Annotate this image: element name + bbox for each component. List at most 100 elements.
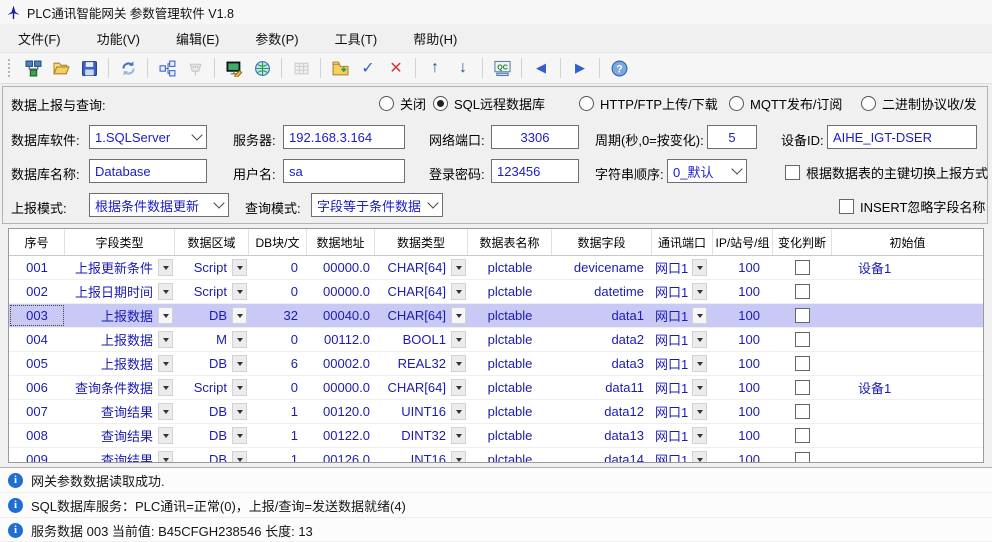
change-flag-checkbox[interactable] (795, 284, 810, 299)
query-mode-select[interactable]: 字段等于条件数据 (311, 193, 443, 217)
menu-item-5[interactable]: 工具(T) (317, 24, 396, 53)
dropdown-arrow-icon[interactable] (692, 451, 707, 463)
device-id-input[interactable] (827, 125, 977, 149)
table-row[interactable]: 002上报日期时间Script000000.0CHAR[64]plctabled… (9, 280, 983, 304)
port-input[interactable] (491, 125, 579, 149)
dropdown-arrow-icon[interactable] (692, 355, 707, 372)
menu-item-4[interactable]: 参数(P) (237, 24, 316, 53)
dropdown-arrow-icon[interactable] (232, 307, 247, 324)
dropdown-arrow-icon[interactable] (692, 427, 707, 444)
dropdown-arrow-icon[interactable] (692, 307, 707, 324)
connect-icon[interactable] (21, 56, 45, 80)
radio-option-2[interactable]: SQL远程数据库 (433, 94, 545, 113)
db-name-input[interactable] (89, 159, 207, 183)
change-flag-checkbox[interactable] (795, 452, 810, 463)
table-row[interactable]: 007查询结果DB100120.0UINT16plctabledata12网口1… (9, 400, 983, 424)
globe-icon[interactable] (250, 56, 274, 80)
dropdown-arrow-icon[interactable] (232, 403, 247, 420)
dropdown-arrow-icon[interactable] (158, 259, 173, 276)
password-input[interactable] (491, 159, 579, 183)
dropdown-arrow-icon[interactable] (158, 427, 173, 444)
save-icon[interactable] (77, 56, 101, 80)
prev-icon[interactable]: ◀ (529, 56, 553, 80)
table-row[interactable]: 008查询结果DB100122.0DINT32plctabledata13网口1… (9, 424, 983, 448)
folder-add-icon[interactable] (328, 56, 352, 80)
move-down-icon[interactable]: ↓ (451, 56, 475, 80)
menu-item-1[interactable]: 文件(F) (0, 24, 79, 53)
report-mode-select[interactable]: 根据条件数据更新 (89, 193, 229, 217)
next-icon[interactable]: ▶ (568, 56, 592, 80)
table-row[interactable]: 009查询结果DB100126.0INT16plctabledata14网口11… (9, 448, 983, 463)
dropdown-arrow-icon[interactable] (451, 283, 466, 300)
refresh-icon[interactable] (116, 56, 140, 80)
dropdown-arrow-icon[interactable] (158, 379, 173, 396)
dropdown-arrow-icon[interactable] (692, 379, 707, 396)
table-row[interactable]: 006查询条件数据Script000000.0CHAR[64]plctabled… (9, 376, 983, 400)
pk-switch-checkbox[interactable] (785, 165, 800, 180)
dropdown-arrow-icon[interactable] (232, 331, 247, 348)
dropdown-arrow-icon[interactable] (692, 331, 707, 348)
change-flag-checkbox[interactable] (795, 260, 810, 275)
server-input[interactable] (283, 125, 405, 149)
insert-ignore-checkbox[interactable] (839, 199, 854, 214)
dropdown-arrow-icon[interactable] (451, 307, 466, 324)
move-up-icon[interactable]: ↑ (423, 56, 447, 80)
dropdown-arrow-icon[interactable] (158, 307, 173, 324)
dropdown-arrow-icon[interactable] (232, 427, 247, 444)
string-order-select[interactable]: 0_默认 (667, 159, 747, 183)
dropdown-arrow-icon[interactable] (158, 451, 173, 463)
insert-ignore-checkbox-item[interactable]: INSERT忽略字段名称 (839, 197, 985, 216)
topology-icon[interactable] (155, 56, 179, 80)
table-row[interactable]: 005上报数据DB600002.0REAL32plctabledata3网口11… (9, 352, 983, 376)
dropdown-arrow-icon[interactable] (692, 403, 707, 420)
radio-icon[interactable] (379, 96, 394, 111)
dropdown-arrow-icon[interactable] (451, 331, 466, 348)
db-software-select[interactable]: 1.SQLServer (89, 125, 207, 149)
dropdown-arrow-icon[interactable] (232, 451, 247, 463)
radio-option-1[interactable]: 关闭 (379, 94, 426, 113)
table-row[interactable]: 003上报数据DB3200040.0CHAR[64]plctabledata1网… (9, 304, 983, 328)
radio-icon[interactable] (861, 96, 876, 111)
dropdown-arrow-icon[interactable] (451, 379, 466, 396)
monitor-edit-icon[interactable] (222, 56, 246, 80)
radio-icon[interactable] (729, 96, 744, 111)
username-input[interactable] (283, 159, 405, 183)
dropdown-arrow-icon[interactable] (692, 259, 707, 276)
radio-selected-icon[interactable] (433, 96, 448, 111)
pk-switch-checkbox-item[interactable]: 根据数据表的主键切换上报方式 (785, 163, 988, 182)
dropdown-arrow-icon[interactable] (158, 331, 173, 348)
dropdown-arrow-icon[interactable] (232, 259, 247, 276)
qc-monitor-icon[interactable]: QC (490, 56, 514, 80)
change-flag-checkbox[interactable] (795, 380, 810, 395)
menu-item-2[interactable]: 功能(V) (79, 24, 158, 53)
radio-icon[interactable] (579, 96, 594, 111)
change-flag-checkbox[interactable] (795, 404, 810, 419)
menu-item-3[interactable]: 编辑(E) (158, 24, 237, 53)
dropdown-arrow-icon[interactable] (451, 355, 466, 372)
change-flag-checkbox[interactable] (795, 332, 810, 347)
change-flag-checkbox[interactable] (795, 356, 810, 371)
dropdown-arrow-icon[interactable] (451, 451, 466, 463)
radio-option-5[interactable]: 二进制协议收/发 (861, 94, 977, 113)
period-input[interactable] (707, 125, 757, 149)
dropdown-arrow-icon[interactable] (158, 355, 173, 372)
apply-check-icon[interactable]: ✓ (356, 56, 380, 80)
dropdown-arrow-icon[interactable] (451, 259, 466, 276)
dropdown-arrow-icon[interactable] (158, 283, 173, 300)
dropdown-arrow-icon[interactable] (451, 403, 466, 420)
table-row[interactable]: 004上报数据M000112.0BOOL1plctabledata2网口1100 (9, 328, 983, 352)
radio-option-4[interactable]: MQTT发布/订阅 (729, 94, 842, 113)
open-folder-icon[interactable] (49, 56, 73, 80)
change-flag-checkbox[interactable] (795, 308, 810, 323)
dropdown-arrow-icon[interactable] (692, 283, 707, 300)
dropdown-arrow-icon[interactable] (158, 403, 173, 420)
cancel-x-icon[interactable]: ✕ (384, 56, 408, 80)
help-icon[interactable]: ? (607, 56, 631, 80)
dropdown-arrow-icon[interactable] (232, 283, 247, 300)
table-row[interactable]: 001上报更新条件Script000000.0CHAR[64]plctabled… (9, 256, 983, 280)
menu-item-6[interactable]: 帮助(H) (395, 24, 475, 53)
change-flag-checkbox[interactable] (795, 428, 810, 443)
radio-option-3[interactable]: HTTP/FTP上传/下载 (579, 94, 718, 113)
dropdown-arrow-icon[interactable] (232, 379, 247, 396)
dropdown-arrow-icon[interactable] (451, 427, 466, 444)
